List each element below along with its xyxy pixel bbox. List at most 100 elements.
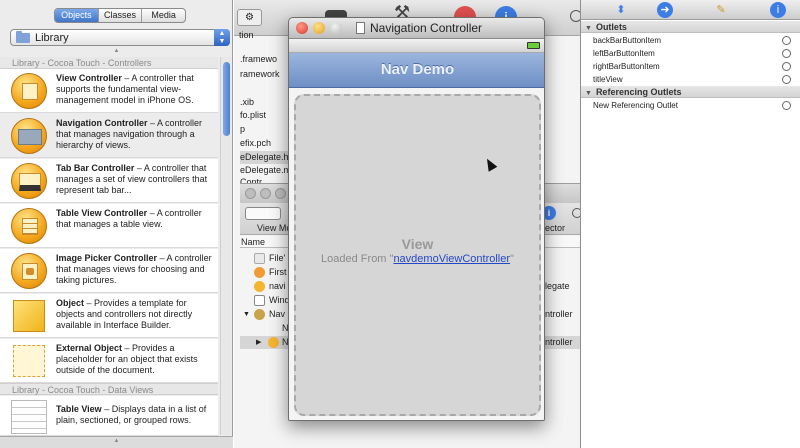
external-object-icon xyxy=(11,343,47,379)
library-item-tab-bar-controller[interactable]: Tab Bar Controller – A controller that m… xyxy=(0,159,218,203)
referencing-outlet-name: New Referencing Outlet xyxy=(593,101,678,110)
disclosure-triangle-icon: ▼ xyxy=(585,90,592,97)
disclosure-triangle-icon[interactable]: ▶ xyxy=(256,336,261,349)
item-title: Image Picker Controller xyxy=(56,253,158,263)
doc-item[interactable]: First xyxy=(269,266,287,279)
toolbar-label: tion xyxy=(239,30,254,40)
view-mode-label: View Mo xyxy=(257,223,292,233)
library-item-table-view-controller[interactable]: Table View Controller – A controller tha… xyxy=(0,204,218,248)
splitter-handle[interactable]: ▲ xyxy=(0,48,233,54)
library-dropdown[interactable]: Library ▲ ▼ xyxy=(10,29,230,46)
library-dropdown-label: Library xyxy=(35,32,69,44)
doc-item[interactable]: File' xyxy=(269,252,285,265)
object-cube-icon xyxy=(11,298,47,334)
item-title: Tab Bar Controller xyxy=(56,163,135,173)
outlet-name: leftBarButtonItem xyxy=(593,49,655,58)
scrollbar-thumb[interactable] xyxy=(223,62,230,136)
splitter-handle[interactable]: ▲ xyxy=(0,438,233,444)
nav-bar-title[interactable]: Nav Demo xyxy=(289,53,544,87)
doc-item[interactable]: Wind xyxy=(269,294,290,307)
view-controller-icon xyxy=(11,73,47,109)
tab-bar-controller-icon xyxy=(11,163,47,199)
tab-objects[interactable]: Objects xyxy=(55,9,99,22)
outlet-name: rightBarButtonItem xyxy=(593,62,660,71)
item-title: Table View xyxy=(56,404,102,414)
library-panel: Objects Classes Media Library ▲ ▼ ▲ Libra… xyxy=(0,0,233,448)
outlet-row[interactable]: backBarButtonItem xyxy=(581,34,800,47)
window-titlebar[interactable]: Navigation Controller xyxy=(289,18,544,39)
loaded-prefix: Loaded From " xyxy=(321,253,394,265)
doc-item[interactable]: navi xyxy=(269,280,286,293)
outlet-name: titleView xyxy=(593,75,623,84)
window-content: View Loaded From "navdemoViewController" xyxy=(289,88,544,420)
window-title: Navigation Controller xyxy=(370,21,483,35)
item-title: View Controller xyxy=(56,73,122,83)
connections-tab-icon[interactable]: ➜ xyxy=(657,2,673,18)
simulated-status-bar xyxy=(289,39,544,53)
table-view-icon xyxy=(11,400,47,435)
file-row[interactable]: .xib xyxy=(240,96,254,109)
view-mode-segmented[interactable] xyxy=(245,207,281,220)
navigation-controller-window: Navigation Controller Nav Demo View Load… xyxy=(288,17,545,421)
window-minimize-icon[interactable] xyxy=(260,188,271,199)
file-row[interactable]: p xyxy=(240,123,245,136)
disclosure-triangle-icon[interactable]: ▼ xyxy=(243,308,250,321)
identity-info-icon[interactable]: i xyxy=(770,2,786,18)
item-title: Navigation Controller xyxy=(56,118,148,128)
window-zoom-icon[interactable] xyxy=(330,22,342,34)
attributes-tab-icon[interactable]: ⬍ xyxy=(613,2,629,18)
library-item-object[interactable]: Object – Provides a template for objects… xyxy=(0,294,218,338)
referencing-outlets-header[interactable]: ▼ Referencing Outlets xyxy=(581,86,800,98)
library-item-view-controller[interactable]: View Controller – A controller that supp… xyxy=(0,69,218,113)
library-scrollbar[interactable] xyxy=(220,57,231,435)
tab-classes[interactable]: Classes xyxy=(99,9,143,22)
image-picker-controller-icon xyxy=(11,253,47,289)
outlet-row[interactable]: titleView xyxy=(581,73,800,86)
item-title: Object xyxy=(56,298,85,308)
outlet-row[interactable]: rightBarButtonItem xyxy=(581,60,800,73)
connection-circle-icon[interactable] xyxy=(782,49,791,58)
window-close-icon[interactable] xyxy=(245,188,256,199)
tab-media[interactable]: Media xyxy=(142,9,185,22)
library-item-external-object[interactable]: External Object – Provides a placeholder… xyxy=(0,339,218,383)
outlet-row[interactable]: leftBarButtonItem xyxy=(581,47,800,60)
disclosure-triangle-icon: ▼ xyxy=(585,25,592,32)
connection-circle-icon[interactable] xyxy=(782,62,791,71)
doc-item[interactable]: Nav xyxy=(269,308,285,321)
file-row[interactable]: eDelegate.h xyxy=(240,151,289,164)
navigation-bar[interactable]: Nav Demo xyxy=(289,53,544,88)
battery-icon xyxy=(527,42,540,49)
file-row[interactable]: .framewo xyxy=(240,53,277,66)
window-close-icon[interactable] xyxy=(296,22,308,34)
view-title: View xyxy=(401,236,434,252)
file-row[interactable]: efix.pch xyxy=(240,137,271,150)
nib-name-link[interactable]: navdemoViewController xyxy=(393,253,510,265)
library-item-image-picker-controller[interactable]: Image Picker Controller – A controller t… xyxy=(0,249,218,293)
chevron-updown-icon: ▲ ▼ xyxy=(214,29,230,46)
file-row[interactable]: fo.plist xyxy=(240,109,266,122)
nav-controller-icon xyxy=(254,309,265,320)
connection-circle-icon[interactable] xyxy=(782,75,791,84)
size-ruler-icon[interactable]: ✎ xyxy=(713,2,729,18)
referencing-outlets-label: Referencing Outlets xyxy=(595,87,682,97)
window-icon xyxy=(254,295,265,306)
library-segmented-control: Objects Classes Media xyxy=(54,8,186,23)
file-owner-icon xyxy=(254,253,265,264)
view-placeholder[interactable]: View Loaded From "navdemoViewController" xyxy=(294,94,541,416)
connection-circle-icon[interactable] xyxy=(782,36,791,45)
library-bottom-bar: ▲ xyxy=(0,436,233,448)
library-item-table-view[interactable]: Table View – Displays data in a list of … xyxy=(0,396,218,436)
referencing-outlet-row[interactable]: New Referencing Outlet xyxy=(581,99,800,112)
outlets-header[interactable]: ▼ Outlets xyxy=(581,21,800,33)
first-responder-icon xyxy=(254,267,265,278)
navigation-controller-icon xyxy=(11,118,47,154)
app-delegate-icon xyxy=(254,281,265,292)
file-row[interactable]: ramework xyxy=(240,68,280,81)
window-minimize-icon[interactable] xyxy=(313,22,325,34)
loaded-from-text: Loaded From "navdemoViewController" xyxy=(296,253,539,265)
connection-circle-icon[interactable] xyxy=(782,101,791,110)
action-gear-button[interactable]: ⚙ xyxy=(237,9,262,26)
window-zoom-icon[interactable] xyxy=(275,188,286,199)
library-item-navigation-controller[interactable]: Navigation Controller – A controller tha… xyxy=(0,114,218,158)
view-controller-icon xyxy=(268,337,279,348)
